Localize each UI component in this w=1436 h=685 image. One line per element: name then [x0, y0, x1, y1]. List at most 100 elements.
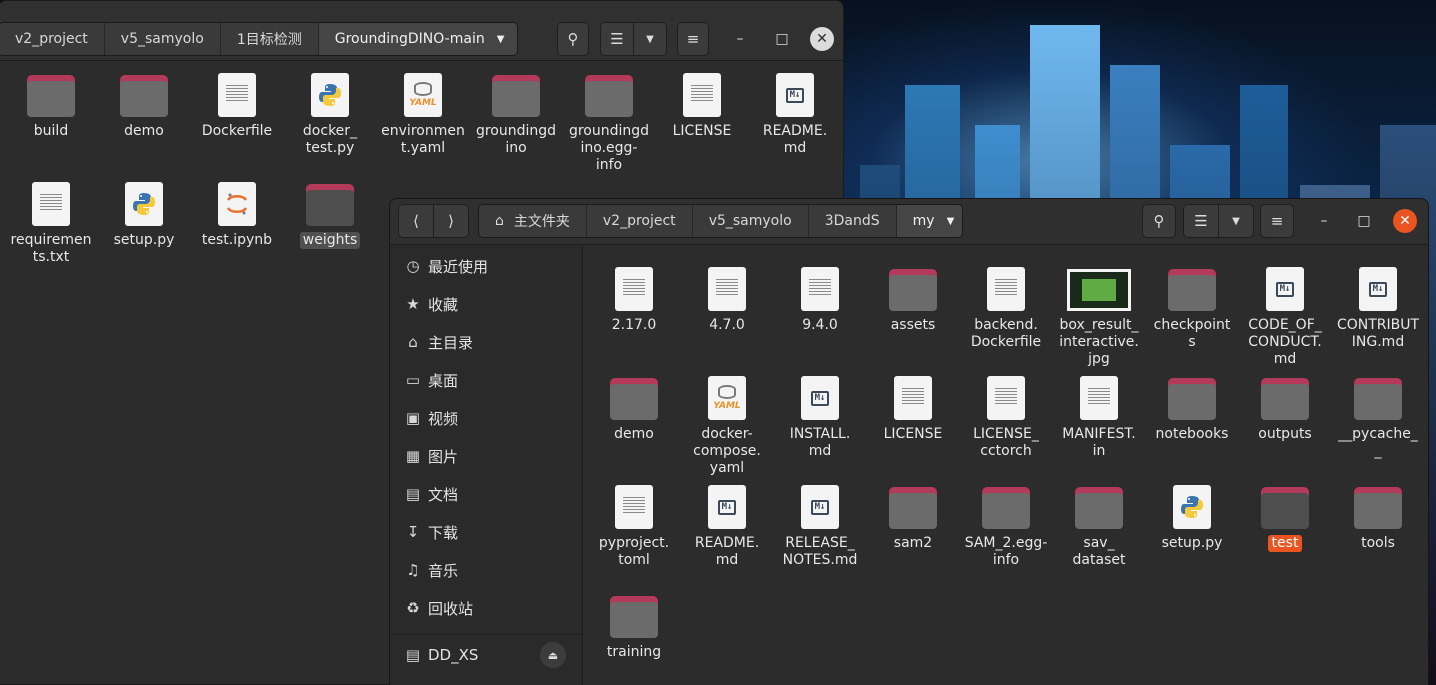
file-item[interactable]: requiremen ts.txt	[6, 180, 96, 266]
sidebar-item[interactable]: ◷ 最近使用	[390, 247, 582, 285]
folder-item[interactable]: demo	[589, 374, 679, 443]
sidebar-item[interactable]: ♫ 音乐	[390, 551, 582, 589]
breadcrumb-item[interactable]: v5_samyolo	[693, 205, 809, 237]
file-item[interactable]: Dockerfile	[192, 71, 282, 140]
star-icon: ★	[406, 295, 420, 313]
file-item[interactable]: LICENSE	[868, 374, 958, 443]
sidebar-item[interactable]: ★ 收藏	[390, 285, 582, 323]
minimize-button[interactable]: –	[728, 27, 752, 51]
breadcrumb-item[interactable]: v2_project	[0, 23, 105, 55]
minimize-button[interactable]: –	[1312, 209, 1336, 233]
folder-item[interactable]: notebooks	[1147, 374, 1237, 443]
file-item[interactable]: 4.7.0	[682, 265, 772, 334]
item-label: box_result_ interactive. jpg	[1059, 317, 1139, 367]
folder-item[interactable]: assets	[868, 265, 958, 334]
folder-item[interactable]: groundingd ino.egg-info	[564, 71, 654, 174]
back-button[interactable]: ⟨	[398, 204, 434, 238]
file-item[interactable]: docker_ test.py	[285, 71, 375, 157]
close-button[interactable]: ✕	[810, 27, 834, 51]
file-item[interactable]: MANIFEST. in	[1054, 374, 1144, 460]
eject-button[interactable]: ⏏	[540, 642, 566, 668]
forward-button[interactable]: ⟩	[433, 204, 469, 238]
folder-item[interactable]: groundingd ino	[471, 71, 561, 157]
file-manager-window-front: ⟨ ⟩ ⌂ 主文件夹 v2_project v5_samyolo 3DandS …	[389, 198, 1429, 685]
folder-item[interactable]: test	[1240, 483, 1330, 552]
file-item[interactable]: setup.py	[99, 180, 189, 249]
folder-item[interactable]: build	[6, 71, 96, 140]
sidebar-item-label: DD_XS	[428, 646, 479, 664]
sidebar-item[interactable]: ⌂ 主目录	[390, 323, 582, 361]
folder-item[interactable]: weights	[285, 180, 375, 249]
folder-icon	[982, 487, 1030, 529]
folder-item[interactable]: demo	[99, 71, 189, 140]
file-item[interactable]: M↓ CONTRIBUT ING.md	[1333, 265, 1423, 351]
maximize-button[interactable]: □	[1352, 209, 1376, 233]
sidebar-item[interactable]: ♻ 回收站	[390, 589, 582, 627]
folder-item[interactable]: outputs	[1240, 374, 1330, 443]
menu-button[interactable]: ≡	[677, 22, 709, 56]
file-item[interactable]: pyproject. toml	[589, 483, 679, 569]
breadcrumb-item-current[interactable]: GroundingDINO-main ▼	[318, 23, 517, 55]
sidebar-item[interactable]: ▭ 桌面	[390, 361, 582, 399]
folder-item[interactable]: checkpoint s	[1147, 265, 1237, 351]
menu-button[interactable]: ≡	[1260, 204, 1294, 238]
file-item[interactable]: test.ipynb	[192, 180, 282, 249]
sidebar-item-drive[interactable]: ▤ DD_XS ⏏	[390, 636, 582, 674]
trash-icon: ♻	[406, 599, 420, 617]
search-button[interactable]: ⚲	[557, 22, 589, 56]
item-icon-wrap	[889, 265, 937, 311]
file-item[interactable]: M↓ README. md	[750, 71, 840, 157]
breadcrumb-home[interactable]: ⌂ 主文件夹	[479, 205, 587, 237]
folder-item[interactable]: __pycache_ _	[1333, 374, 1423, 460]
sidebar-item[interactable]: ▤ 文档	[390, 475, 582, 513]
sidebar-item-label: 文档	[428, 485, 459, 504]
item-label: pyproject. toml	[598, 535, 670, 568]
breadcrumb-item[interactable]: 1目标检测	[221, 23, 319, 55]
breadcrumb-item[interactable]: v2_project	[587, 205, 693, 237]
file-item[interactable]: setup.py	[1147, 483, 1237, 552]
video-icon: ▣	[405, 409, 421, 427]
markdown-file-icon: M↓	[1266, 267, 1304, 311]
file-item[interactable]: 2.17.0	[589, 265, 679, 334]
folder-item[interactable]: tools	[1333, 483, 1423, 552]
folder-item[interactable]: sam2	[868, 483, 958, 552]
search-button[interactable]: ⚲	[1142, 204, 1176, 238]
chevron-down-icon: ▼	[646, 33, 654, 45]
file-item[interactable]: M↓ INSTALL. md	[775, 374, 865, 460]
text-file-icon	[218, 73, 256, 117]
view-options-button[interactable]: ▼	[1218, 204, 1254, 238]
file-item[interactable]: M↓ README. md	[682, 483, 772, 569]
folder-item[interactable]: training	[589, 592, 679, 661]
item-icon-wrap	[492, 71, 540, 117]
file-item[interactable]: backend. Dockerfile	[961, 265, 1051, 351]
file-item[interactable]: YAML environmen t.yaml	[378, 71, 468, 157]
sidebar-item[interactable]: ▦ 图片	[390, 437, 582, 475]
yaml-file-icon: YAML	[404, 73, 442, 117]
folder-icon	[27, 75, 75, 117]
view-list-button[interactable]: ☰	[1183, 204, 1219, 238]
file-item[interactable]: YAML docker-compose. yaml	[682, 374, 772, 477]
file-item[interactable]: box_result_ interactive. jpg	[1054, 265, 1144, 368]
view-options-button[interactable]: ▼	[633, 22, 667, 56]
sidebar-item[interactable]: ▣ 视频	[390, 399, 582, 437]
item-label: demo	[124, 123, 164, 139]
sidebar-item[interactable]: ↧ 下载	[390, 513, 582, 551]
file-item[interactable]: LICENSE	[657, 71, 747, 140]
file-item[interactable]: 9.4.0	[775, 265, 865, 334]
folder-icon	[1261, 487, 1309, 529]
folder-item[interactable]: SAM_2.egg-info	[961, 483, 1051, 569]
maximize-button[interactable]: □	[770, 27, 794, 51]
item-label: README. md	[762, 123, 828, 156]
file-item[interactable]: M↓ RELEASE_ NOTES.md	[775, 483, 865, 569]
breadcrumb-item[interactable]: 3DandS	[809, 205, 897, 237]
breadcrumb-item[interactable]: v5_samyolo	[105, 23, 221, 55]
close-button[interactable]: ✕	[1393, 209, 1417, 233]
file-item[interactable]: LICENSE_ cctorch	[961, 374, 1051, 460]
item-icon-wrap: M↓	[801, 483, 839, 529]
folder-item[interactable]: sav_ dataset	[1054, 483, 1144, 569]
item-icon-wrap: M↓	[1359, 265, 1397, 311]
view-list-button[interactable]: ☰	[600, 22, 634, 56]
breadcrumb-item-current[interactable]: my ▼	[896, 205, 962, 237]
file-item[interactable]: M↓ CODE_OF_ CONDUCT. md	[1240, 265, 1330, 368]
item-icon-wrap	[615, 483, 653, 529]
